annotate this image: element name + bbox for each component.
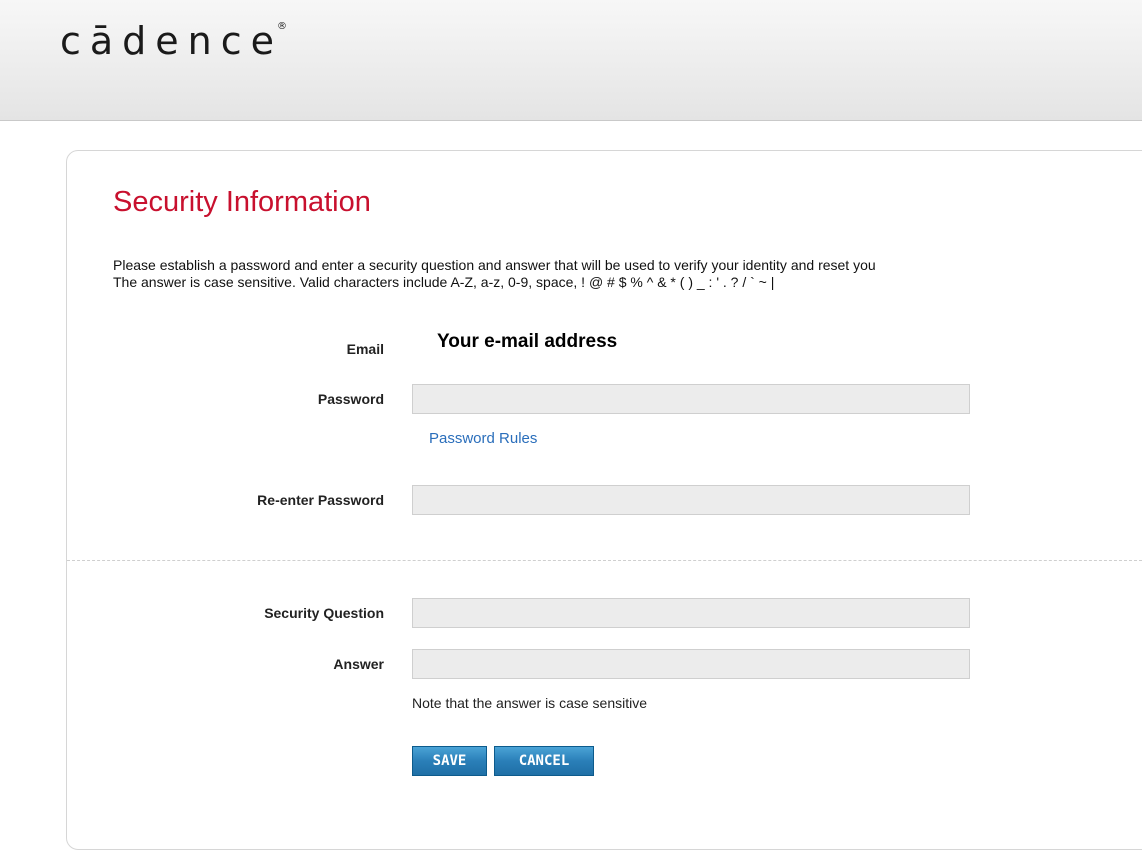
intro-line-1: Please establish a password and enter a … — [113, 257, 876, 273]
password-label: Password — [317, 391, 384, 407]
security-question-input[interactable] — [412, 598, 970, 628]
reenter-password-label: Re-enter Password — [257, 492, 384, 508]
intro-text: Please establish a password and enter a … — [113, 257, 1142, 291]
save-button[interactable]: SAVE — [412, 746, 487, 776]
intro-line-2: The answer is case sensitive. Valid char… — [113, 274, 775, 290]
cancel-button[interactable]: CANCEL — [494, 746, 594, 776]
password-input[interactable] — [412, 384, 970, 414]
answer-note: Note that the answer is case sensitive — [412, 695, 648, 711]
email-label: Email — [346, 341, 384, 357]
page-title: Security Information — [113, 186, 371, 218]
section-divider — [67, 560, 1142, 561]
registered-mark: ® — [277, 21, 288, 32]
logo-text: cādence — [60, 19, 284, 63]
security-question-label: Security Question — [264, 605, 384, 621]
cadence-logo[interactable]: cādence® — [60, 19, 293, 63]
answer-input[interactable] — [412, 649, 970, 679]
reenter-password-input[interactable] — [412, 485, 970, 515]
password-rules-link[interactable]: Password Rules — [429, 430, 537, 447]
answer-label: Answer — [333, 656, 384, 672]
site-header: cādence® — [0, 0, 1142, 121]
email-value: Your e-mail address — [437, 331, 618, 352]
